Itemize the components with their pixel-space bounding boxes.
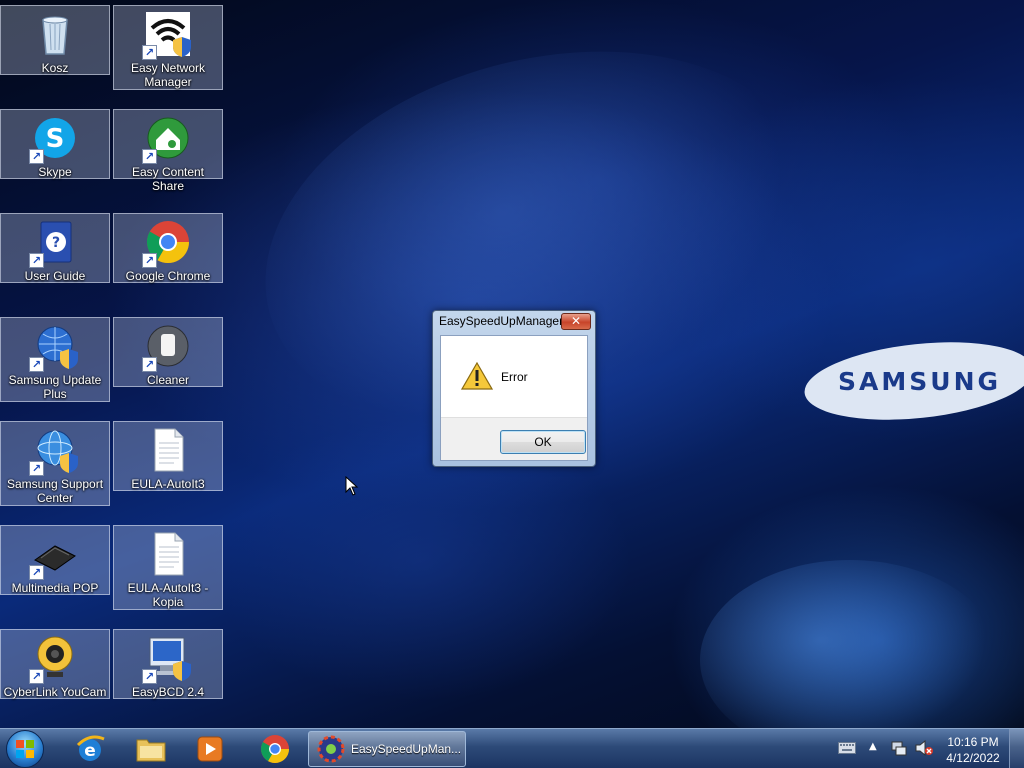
desktop-icon-kosz[interactable]: Kosz: [0, 5, 110, 75]
samsung-update-icon: ↗: [29, 322, 79, 372]
internet-explorer-icon: e: [76, 735, 105, 761]
google-chrome-icon: ↗: [142, 218, 192, 268]
shortcut-arrow-icon: ↗: [29, 357, 44, 372]
error-dialog: EasySpeedUpManager ✕ Error OK: [432, 310, 596, 467]
shortcut-arrow-icon: ↗: [142, 669, 157, 684]
desktop-icon-multimedia-pop[interactable]: ↗ Multimedia POP: [0, 525, 110, 595]
svg-text:S: S: [46, 124, 65, 154]
desktop-icon-label: EULA-AutoIt3 - Kopia: [127, 581, 209, 609]
desktop-icon-eula-autoit3-kopia[interactable]: EULA-AutoIt3 - Kopia: [113, 525, 223, 610]
desktop-icon-cyberlink-youcam[interactable]: ↗ CyberLink YouCam: [0, 629, 110, 699]
uac-shield-icon: [60, 349, 78, 369]
desktop-icon-label: Cleaner: [146, 373, 190, 387]
desktop-icon-label: Samsung Support Center: [6, 477, 104, 505]
samsung-support-icon: ↗: [29, 426, 79, 476]
easybcd-icon: ↗: [142, 634, 192, 684]
desktop-icon-label: EasyBCD 2.4: [131, 685, 205, 699]
desktop-icon-user-guide[interactable]: ? ↗ User Guide: [0, 213, 110, 283]
desktop-icon-google-chrome[interactable]: ↗ Google Chrome: [113, 213, 223, 283]
cleaner-icon: ↗: [142, 322, 192, 372]
desktop-icon-label: CyberLink YouCam: [3, 685, 107, 699]
windows-logo-icon: [16, 740, 34, 758]
desktop-icon-label: Multimedia POP: [11, 581, 99, 595]
multimedia-pop-icon: ↗: [29, 530, 79, 580]
uac-shield-icon: [173, 661, 191, 681]
taskbar-easyspeedupmanager[interactable]: EasySpeedUpMan...: [308, 731, 466, 767]
desktop-icon-samsung-support-center[interactable]: ↗ Samsung Support Center: [0, 421, 110, 506]
media-player-icon: [197, 736, 223, 762]
dialog-message: Error: [501, 370, 528, 384]
shortcut-arrow-icon: ↗: [142, 357, 157, 372]
easy-network-manager-icon: ↗: [142, 10, 192, 60]
desktop-icon-label: Samsung Update Plus: [8, 373, 102, 401]
desktop-icon-label: User Guide: [24, 269, 86, 283]
uac-shield-icon: [173, 37, 191, 57]
dialog-body: Error OK: [440, 335, 588, 461]
shortcut-arrow-icon: ↗: [142, 45, 157, 60]
clock-time[interactable]: 10:16 PM: [938, 735, 1008, 749]
warning-icon: [461, 362, 493, 390]
skype-icon: S ↗: [29, 114, 79, 164]
desktop-icon-label: Easy Content Share: [131, 165, 205, 193]
easyspeedupmanager-icon: [317, 735, 345, 763]
easy-content-share-icon: ↗: [142, 114, 192, 164]
taskbar-media-player[interactable]: [182, 731, 238, 767]
desktop[interactable]: SAMSUNG Kosz S ↗ Skype ? ↗ User Guide ↗ …: [0, 0, 1024, 728]
shortcut-arrow-icon: ↗: [29, 461, 44, 476]
uac-shield-icon: [60, 453, 78, 473]
text-document-icon: [144, 426, 192, 474]
desktop-icon-easy-content-share[interactable]: ↗ Easy Content Share: [113, 109, 223, 193]
desktop-icon-label: EULA-AutoIt3: [131, 477, 205, 491]
shortcut-arrow-icon: ↗: [29, 565, 44, 580]
mouse-cursor-icon: [345, 476, 359, 496]
clock-date[interactable]: 4/12/2022: [938, 751, 1008, 765]
show-desktop-button[interactable]: [1009, 729, 1024, 768]
desktop-icon-easybcd[interactable]: ↗ EasyBCD 2.4: [113, 629, 223, 699]
desktop-icon-label: Kosz: [41, 61, 69, 75]
desktop-icon-eula-autoit3[interactable]: EULA-AutoIt3: [113, 421, 223, 491]
network-icon[interactable]: [890, 739, 908, 757]
taskbar-windows-explorer[interactable]: [123, 731, 179, 767]
desktop-icon-cleaner[interactable]: ↗ Cleaner: [113, 317, 223, 387]
desktop-icon-skype[interactable]: S ↗ Skype: [0, 109, 110, 179]
shortcut-arrow-icon: ↗: [142, 253, 157, 268]
taskbar-task-label: EasySpeedUpMan...: [351, 742, 462, 756]
start-button[interactable]: [6, 730, 44, 768]
dialog-title: EasySpeedUpManager: [439, 314, 564, 328]
taskbar-google-chrome[interactable]: [247, 731, 303, 767]
volume-muted-icon[interactable]: [914, 739, 934, 757]
youcam-icon: ↗: [29, 634, 79, 684]
tray-expand-icon[interactable]: ▲: [869, 741, 877, 752]
desktop-icon-label: Skype: [38, 165, 72, 179]
desktop-icon-easy-network-manager[interactable]: ↗ Easy Network Manager: [113, 5, 223, 90]
taskbar-internet-explorer[interactable]: e: [62, 731, 118, 767]
samsung-logo-text: SAMSUNG: [837, 366, 1001, 396]
svg-text:?: ?: [52, 235, 60, 251]
google-chrome-icon: [260, 735, 289, 764]
shortcut-arrow-icon: ↗: [142, 149, 157, 164]
svg-text:e: e: [84, 741, 96, 761]
shortcut-arrow-icon: ↗: [29, 149, 44, 164]
shortcut-arrow-icon: ↗: [29, 669, 44, 684]
ok-button[interactable]: OK: [500, 430, 586, 454]
dialog-close-button[interactable]: ✕: [561, 313, 591, 330]
desktop-icon-label: Easy Network Manager: [130, 61, 206, 89]
taskbar: e EasySpeedUpMan... ▲ 10:16 PM 4/12/2022: [0, 728, 1024, 768]
keyboard-icon[interactable]: [838, 742, 856, 754]
text-document-icon: [144, 530, 192, 578]
user-guide-icon: ? ↗: [29, 218, 79, 268]
desktop-icon-samsung-update-plus[interactable]: ↗ Samsung Update Plus: [0, 317, 110, 402]
windows-explorer-icon: [136, 739, 166, 762]
desktop-icon-label: Google Chrome: [125, 269, 211, 283]
samsung-logo: SAMSUNG: [800, 332, 1024, 430]
shortcut-arrow-icon: ↗: [29, 253, 44, 268]
recycle-bin-icon: [31, 10, 79, 58]
